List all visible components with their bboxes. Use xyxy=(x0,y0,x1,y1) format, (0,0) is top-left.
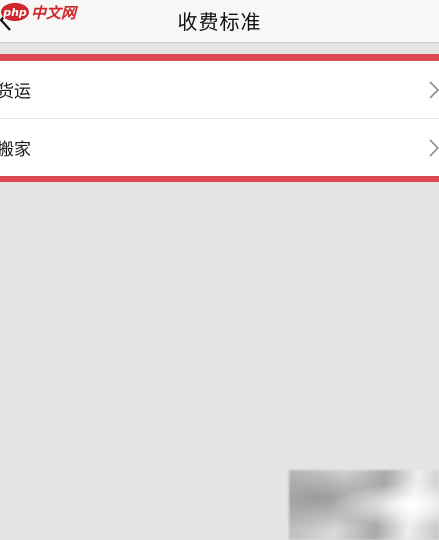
list-item-moving[interactable]: 搬家 xyxy=(0,118,439,176)
chevron-right-icon xyxy=(429,81,439,99)
page: 收费标准 php 中文网 货运 搬家 xyxy=(0,0,439,540)
list-item-freight[interactable]: 货运 xyxy=(0,61,439,118)
watermark: php 中文网 xyxy=(0,0,76,24)
list-item-label: 搬家 xyxy=(0,140,31,160)
php-logo: php xyxy=(1,3,29,21)
chevron-right-icon xyxy=(429,139,439,157)
svg-text:php: php xyxy=(2,6,27,19)
watermark-site-text: 中文网 xyxy=(31,3,77,22)
fee-category-list: 货运 搬家 xyxy=(0,61,439,176)
blurred-image xyxy=(289,470,439,540)
list-item-label: 货运 xyxy=(0,82,31,102)
